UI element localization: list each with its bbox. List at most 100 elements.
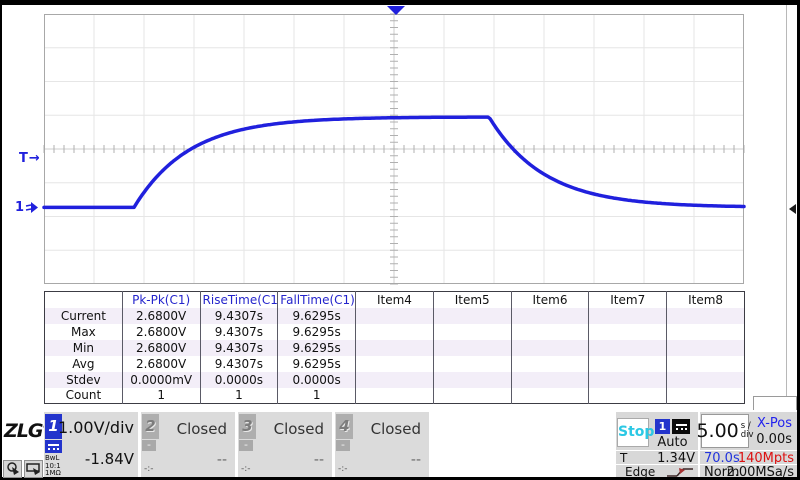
measurement-cell: [667, 324, 745, 340]
trigger-level-marker[interactable]: T→: [19, 151, 40, 166]
measurement-cell: [589, 356, 667, 372]
timebase-scale-box[interactable]: 5.00 s /div: [701, 414, 749, 448]
run-state-button[interactable]: Stop: [617, 418, 649, 447]
channel3-sub-placeholder: -:-: [241, 464, 251, 474]
measurement-cell: [356, 388, 434, 404]
channel1-position-arrow-icon: [25, 201, 39, 214]
measurement-cell: [667, 340, 745, 356]
touch-gesture-icon[interactable]: [3, 460, 22, 478]
measurement-cell: [356, 308, 434, 324]
measurement-row-label: Avg: [45, 356, 123, 372]
channel2-badge[interactable]: 2: [142, 414, 159, 439]
channel4-offset-placeholder: --: [411, 452, 421, 468]
trigger-coupling-dc-icon[interactable]: [672, 419, 690, 434]
measurement-cell: [511, 340, 589, 356]
timebase-section: 5.00 s /div X-Pos 0.00s 70.0s 140Mpts No…: [700, 412, 797, 477]
measurement-row-label: Count: [45, 388, 123, 404]
trigger-position-marker[interactable]: [387, 6, 405, 15]
measurement-column-item4[interactable]: Item4: [356, 292, 434, 308]
measurement-cell: 1: [278, 388, 356, 404]
trigger-level-label: T: [19, 151, 28, 166]
measurement-row-label: Max: [45, 324, 123, 340]
measurement-column-pkpk[interactable]: Pk-Pk(C1): [122, 292, 200, 308]
trigger-source-badge[interactable]: 1: [655, 419, 670, 434]
measurement-column-item5[interactable]: Item5: [433, 292, 511, 308]
measurement-cell: 1: [200, 388, 278, 404]
measurement-column-item7[interactable]: Item7: [589, 292, 667, 308]
xpos-label: X-Pos: [757, 416, 792, 431]
channel1-scale: 1.00V/div: [58, 418, 134, 437]
measurement-column-item6[interactable]: Item6: [511, 292, 589, 308]
measurement-cell: [511, 308, 589, 324]
touchpad-icon[interactable]: [24, 460, 43, 478]
channel3-offset-placeholder: --: [314, 452, 324, 468]
side-menu-handle-icon[interactable]: [789, 204, 796, 214]
measurement-cell: 9.6295s: [278, 308, 356, 324]
side-menu-strip[interactable]: [786, 5, 797, 396]
measurement-cell: 9.6295s: [278, 340, 356, 356]
measurement-cell: [589, 324, 667, 340]
brand-logo: ZLG®: [4, 420, 49, 442]
measurement-cell: [433, 356, 511, 372]
measurement-cell: 9.6295s: [278, 324, 356, 340]
xpos-value: 0.00s: [756, 432, 792, 447]
trigger-sweep-mode[interactable]: Auto: [654, 435, 691, 450]
measurement-cell: 9.4307s: [200, 324, 278, 340]
channel3-block[interactable]: 3 - Closed -- -:-: [238, 412, 332, 477]
channel2-offset-placeholder: --: [217, 452, 227, 468]
trigger-type-row[interactable]: Edge: [616, 464, 698, 477]
measurement-cell: [589, 340, 667, 356]
channel4-state: Closed: [371, 420, 421, 438]
channel2-state: Closed: [177, 420, 227, 438]
channel4-badge[interactable]: 4: [336, 414, 353, 439]
measurement-column-falltime[interactable]: FallTime(C1): [278, 292, 356, 308]
trigger-level-row-label: T: [620, 451, 627, 465]
measurement-row: Avg2.6800V9.4307s9.6295s: [45, 356, 745, 372]
measurement-column-item8[interactable]: Item8: [667, 292, 745, 308]
measurement-cell: [356, 356, 434, 372]
channel1-dc-coupling-icon: [45, 440, 62, 453]
measurement-cell: 9.6295s: [278, 356, 356, 372]
measurement-row: Min2.6800V9.4307s9.6295s: [45, 340, 745, 356]
channel3-state: Closed: [274, 420, 324, 438]
measurement-cell: [511, 324, 589, 340]
measurement-cell: [433, 340, 511, 356]
measurement-header-row: Pk-Pk(C1) RiseTime(C1) FallTime(C1) Item…: [45, 292, 745, 308]
trigger-section: Stop 1 Auto T 1.34V Edge: [616, 412, 698, 477]
measurement-column-risetime[interactable]: RiseTime(C1): [200, 292, 278, 308]
trigger-type-label: Edge: [625, 465, 655, 479]
measurement-cell: [667, 372, 745, 388]
measurement-row: Count111: [45, 388, 745, 404]
measurement-cell: [511, 372, 589, 388]
measurement-cell: 0.0000mV: [122, 372, 200, 388]
measurement-cell: [433, 372, 511, 388]
channel3-badge[interactable]: 3: [239, 414, 256, 439]
measurement-cell: 9.4307s: [200, 340, 278, 356]
measurement-cell: 2.6800V: [122, 308, 200, 324]
measurement-cell: 2.6800V: [122, 324, 200, 340]
status-bar: ZLG® 1 BwL 10:1 1MΩ 1.00V/div -1.84V 2 -…: [2, 410, 797, 477]
measurement-table: Pk-Pk(C1) RiseTime(C1) FallTime(C1) Item…: [44, 291, 745, 404]
measurement-cell: [356, 372, 434, 388]
measurement-row: Stdev0.0000mV0.0000s0.0000s: [45, 372, 745, 388]
waveform-grid: [0, 0, 800, 300]
channel2-coupling-placeholder: -: [142, 440, 156, 451]
channel4-block[interactable]: 4 - Closed -- -:-: [335, 412, 429, 477]
trigger-level-row[interactable]: T 1.34V: [616, 450, 698, 463]
trigger-level-arrow-icon: →: [29, 151, 40, 166]
measurement-cell: [667, 308, 745, 324]
measurement-cell: 9.4307s: [200, 308, 278, 324]
measurement-cell: 2.6800V: [122, 340, 200, 356]
measurement-cell: 2.6800V: [122, 356, 200, 372]
measurement-cell: [433, 388, 511, 404]
channel1-impedance: 1MΩ: [45, 470, 61, 478]
measurement-cell: [511, 388, 589, 404]
timebase-scale-value: 5.00: [696, 420, 738, 442]
measurement-row-label: Min: [45, 340, 123, 356]
horizontal-position-block[interactable]: X-Pos 0.00s: [751, 414, 796, 448]
channel1-block[interactable]: 1 BwL 10:1 1MΩ 1.00V/div -1.84V: [44, 412, 138, 477]
channel2-block[interactable]: 2 - Closed -- -:-: [141, 412, 235, 477]
logo-area: ZLG®: [2, 412, 45, 477]
channel1-position-marker[interactable]: 1: [15, 200, 39, 215]
measurement-cell: [667, 356, 745, 372]
